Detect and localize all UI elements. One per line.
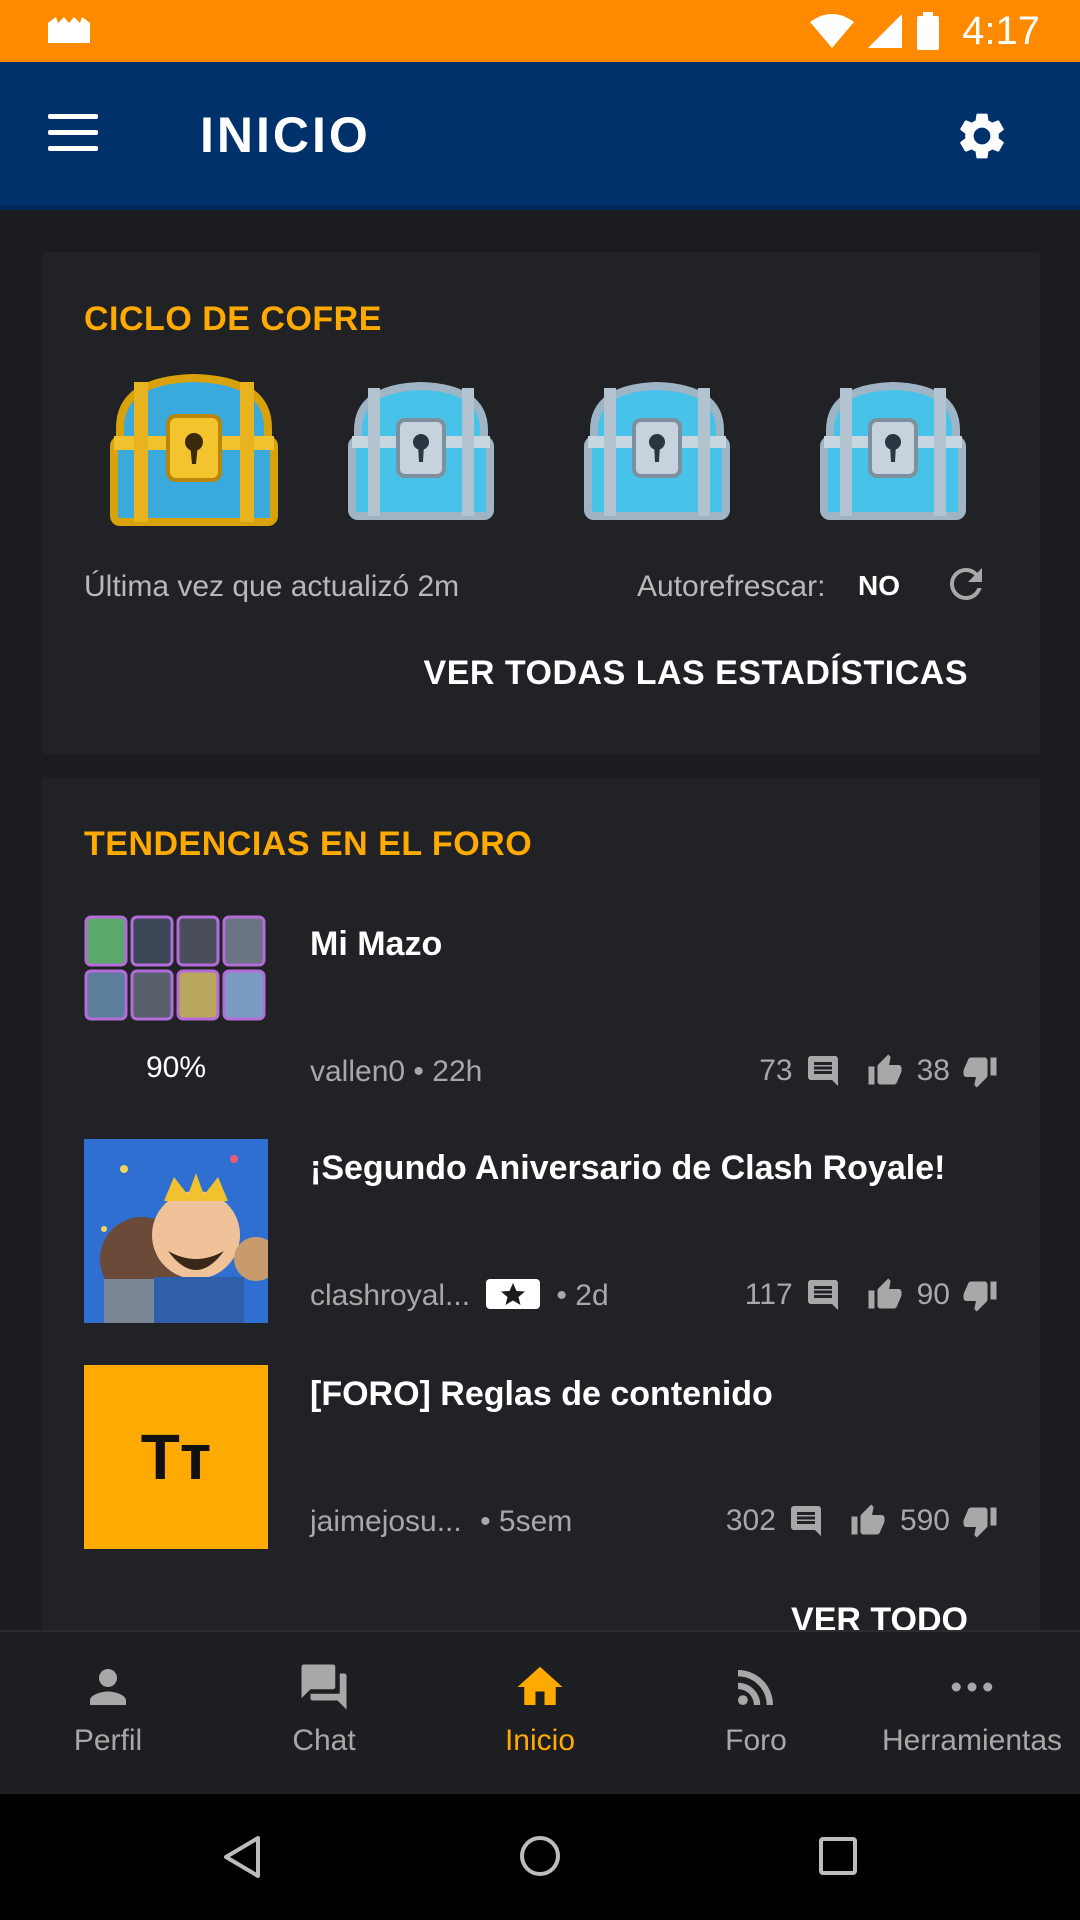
comment-icon[interactable] [805, 1053, 841, 1089]
like-count: 38 [916, 1054, 950, 1087]
silver-chest-icon[interactable] [582, 376, 732, 524]
forum-post[interactable]: 90% Mi Mazo vallen0 • 22h 73 38 [84, 915, 998, 1105]
chest-list [106, 370, 1006, 530]
post-title[interactable]: ¡Segundo Aniversario de Clash Royale! [310, 1149, 945, 1188]
chest-cycle-card: CICLO DE COFRE Última vez que actualizó … [42, 252, 1040, 754]
status-time: 4:17 [962, 8, 1040, 53]
thumbs-down-icon[interactable] [962, 1277, 998, 1313]
post-stats: 117 90 [745, 1275, 998, 1315]
person-icon [90, 1669, 126, 1705]
menu-icon[interactable] [48, 114, 98, 154]
gear-icon[interactable] [954, 108, 1010, 164]
nav-item-perfil[interactable]: Perfil [0, 1632, 216, 1794]
chat-icon [301, 1664, 347, 1710]
nav-label: Chat [292, 1724, 356, 1757]
nav-label: Inicio [504, 1724, 576, 1757]
silver-chest-icon[interactable] [818, 376, 968, 524]
crown-icon [48, 17, 90, 43]
forum-post[interactable]: Tт [FORO] Reglas de contenido jaimejosu.… [84, 1365, 998, 1555]
wifi-icon [810, 14, 855, 48]
more-icon [951, 1682, 993, 1692]
autorefresh-toggle[interactable]: NO [858, 570, 900, 602]
bottom-navigation: Perfil Chat Inicio Foro Herramientas [0, 1630, 1080, 1794]
post-author[interactable]: jaimejosu... [310, 1505, 462, 1538]
chest-cycle-title: CICLO DE COFRE [84, 300, 382, 338]
post-author[interactable]: clashroyal... [310, 1279, 470, 1312]
nav-label: Perfil [73, 1724, 143, 1757]
rss-icon [738, 1669, 774, 1705]
status-bar: 4:17 [0, 0, 1080, 62]
nav-item-herramientas[interactable]: Herramientas [864, 1632, 1080, 1794]
home-button-icon[interactable] [518, 1834, 562, 1878]
comment-count: 302 [725, 1504, 776, 1537]
post-meta: jaimejosu... • 5sem [310, 1505, 572, 1539]
thumbs-down-icon[interactable] [962, 1503, 998, 1539]
autorefresh-label: Autorefrescar: [637, 570, 826, 603]
comment-count: 73 [759, 1054, 793, 1087]
comment-icon[interactable] [805, 1277, 841, 1313]
post-age: • 5sem [480, 1505, 573, 1538]
post-meta: clashroyal... • 2d [310, 1279, 609, 1313]
recents-icon[interactable] [818, 1836, 858, 1876]
comment-count: 117 [744, 1278, 793, 1311]
forum-trends-title: TENDENCIAS EN EL FORO [84, 825, 533, 863]
like-count: 590 [899, 1504, 950, 1537]
text-post-thumbnail: Tт [84, 1365, 268, 1549]
star-icon [501, 1283, 526, 1306]
nav-label: Herramientas [881, 1724, 1063, 1757]
like-count: 90 [916, 1278, 950, 1311]
nav-item-chat[interactable]: Chat [216, 1632, 432, 1794]
post-age: • 2d [556, 1279, 609, 1312]
nav-label: Foro [725, 1724, 787, 1757]
anniversary-thumbnail [84, 1139, 268, 1323]
thumbs-up-icon[interactable] [867, 1053, 903, 1089]
last-updated-text: Última vez que actualizó 2m [84, 570, 460, 603]
gold-chest-icon[interactable] [106, 370, 282, 530]
text-post-thumb-label: Tт [140, 1421, 212, 1493]
deck-win-percent: 90% [145, 1051, 207, 1084]
nav-item-inicio[interactable]: Inicio [432, 1632, 648, 1794]
thumbs-up-icon[interactable] [850, 1503, 886, 1539]
view-all-stats-button[interactable]: VER TODAS LAS ESTADÍSTICAS [424, 654, 968, 693]
back-icon[interactable] [222, 1834, 262, 1880]
app-bar: INICIO [0, 62, 1080, 210]
post-title[interactable]: Mi Mazo [310, 925, 442, 964]
post-stats: 73 38 [759, 1051, 998, 1091]
page-title: INICIO [200, 107, 371, 163]
refresh-icon[interactable] [942, 560, 990, 608]
nav-item-foro[interactable]: Foro [648, 1632, 864, 1794]
battery-icon [917, 12, 940, 50]
post-title[interactable]: [FORO] Reglas de contenido [310, 1375, 773, 1414]
system-navigation-bar [0, 1794, 1080, 1920]
comment-icon[interactable] [788, 1503, 824, 1539]
post-author[interactable]: vallen0 [310, 1055, 405, 1088]
verified-badge [486, 1279, 541, 1310]
forum-post[interactable]: ¡Segundo Aniversario de Clash Royale! cl… [84, 1139, 998, 1329]
post-age: • 22h [413, 1055, 483, 1088]
thumbs-down-icon[interactable] [962, 1053, 998, 1089]
silver-chest-icon[interactable] [346, 376, 496, 524]
thumbs-up-icon[interactable] [867, 1277, 903, 1313]
signal-icon [868, 14, 903, 48]
deck-cards-thumbnail [84, 915, 266, 1021]
post-stats: 302 590 [726, 1501, 998, 1541]
post-meta: vallen0 • 22h [310, 1055, 482, 1089]
home-icon [517, 1666, 563, 1705]
